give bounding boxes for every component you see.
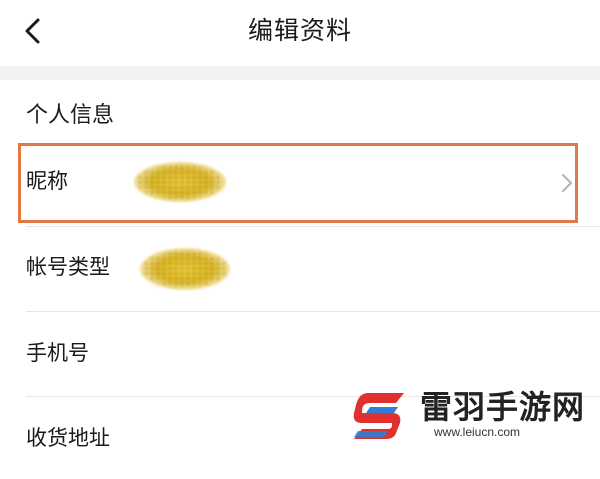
obscured-account-type-value xyxy=(140,248,230,290)
page-title: 编辑资料 xyxy=(247,16,352,45)
row-label-address: 收货地址 xyxy=(26,426,110,450)
row-phone[interactable]: 手机号 xyxy=(0,312,600,394)
row-account-type[interactable]: 帐号类型 xyxy=(0,227,600,309)
row-label-phone: 手机号 xyxy=(26,341,89,365)
row-label-account-type: 帐号类型 xyxy=(26,255,110,279)
watermark-name: 雷羽手游网 xyxy=(420,388,586,426)
watermark-logo-icon xyxy=(353,393,404,439)
watermark: 雷羽手游网 www.leiucn.com xyxy=(348,387,593,447)
highlight-box xyxy=(18,143,578,223)
top-bar: 编辑资料 xyxy=(0,0,600,66)
watermark-url: www.leiucn.com xyxy=(434,425,521,439)
section-gap xyxy=(0,66,600,80)
section-title: 个人信息 xyxy=(26,103,115,128)
